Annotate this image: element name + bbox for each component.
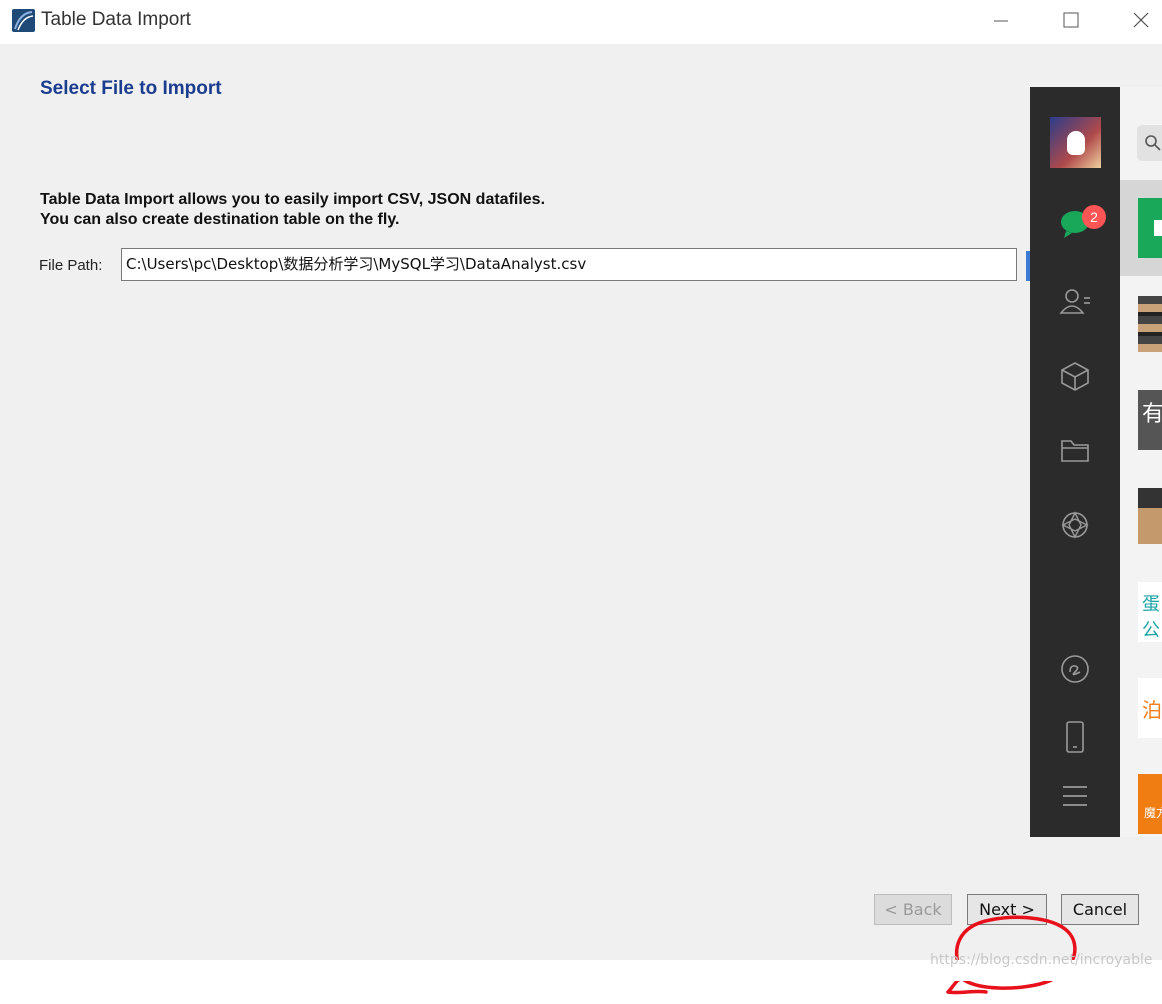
mini-program-icon[interactable] xyxy=(1058,652,1092,686)
chat-thumbnail[interactable]: 蛋公 xyxy=(1138,582,1162,642)
search-icon xyxy=(1145,135,1161,151)
page-title: Select File to Import xyxy=(40,78,222,99)
chat-thumbnail[interactable]: 泊 xyxy=(1138,678,1162,738)
phone-icon[interactable] xyxy=(1058,720,1092,754)
chat-thumbnail-text: 泊 xyxy=(1142,698,1162,722)
chat-thumbnail[interactable]: 魔方 xyxy=(1138,774,1162,834)
minimize-button[interactable] xyxy=(978,0,1024,40)
chat-thumbnail[interactable] xyxy=(1138,198,1162,258)
chat-search-input[interactable] xyxy=(1137,125,1162,161)
dialog-content: Select File to Import Table Data Import … xyxy=(0,44,1162,995)
description-line-2: You can also create destination table on… xyxy=(40,211,400,228)
file-path-label: File Path: xyxy=(39,257,103,274)
avatar[interactable] xyxy=(1050,117,1101,168)
chat-thumbnail[interactable]: 有 xyxy=(1138,390,1162,450)
chat-app-window: 2 有 蛋公 泊 魔 xyxy=(1030,87,1162,837)
description-line-1: Table Data Import allows you to easily i… xyxy=(40,191,546,208)
chat-thumbnail-text: 魔方 xyxy=(1144,806,1162,820)
description: Table Data Import allows you to easily i… xyxy=(40,190,545,230)
moments-icon[interactable] xyxy=(1058,508,1092,542)
file-path-input[interactable]: C:\Users\pc\Desktop\数据分析学习\MySQL学习\DataA… xyxy=(121,248,1017,281)
watermark: https://blog.csdn.net/incroyable xyxy=(930,952,1153,968)
mysql-workbench-icon xyxy=(12,9,35,32)
title-bar: Table Data Import xyxy=(0,0,1162,44)
box-icon[interactable] xyxy=(1058,359,1092,393)
chat-sidebar: 2 xyxy=(1030,87,1120,837)
window-title: Table Data Import xyxy=(41,9,191,30)
chat-list: 有 蛋公 泊 魔方 xyxy=(1120,87,1162,837)
contacts-icon[interactable] xyxy=(1058,285,1092,319)
menu-icon[interactable] xyxy=(1058,779,1092,813)
chat-thumbnail[interactable] xyxy=(1138,296,1162,352)
close-button[interactable] xyxy=(1118,0,1162,40)
unread-badge: 2 xyxy=(1082,205,1106,229)
folder-icon[interactable] xyxy=(1058,433,1092,467)
avatar-figure xyxy=(1067,131,1085,155)
chat-thumbnail-text: 蛋公 xyxy=(1142,594,1160,641)
maximize-button[interactable] xyxy=(1048,0,1094,40)
chat-thumbnail-text: 有 xyxy=(1142,402,1162,427)
chat-thumbnail[interactable] xyxy=(1138,488,1162,544)
